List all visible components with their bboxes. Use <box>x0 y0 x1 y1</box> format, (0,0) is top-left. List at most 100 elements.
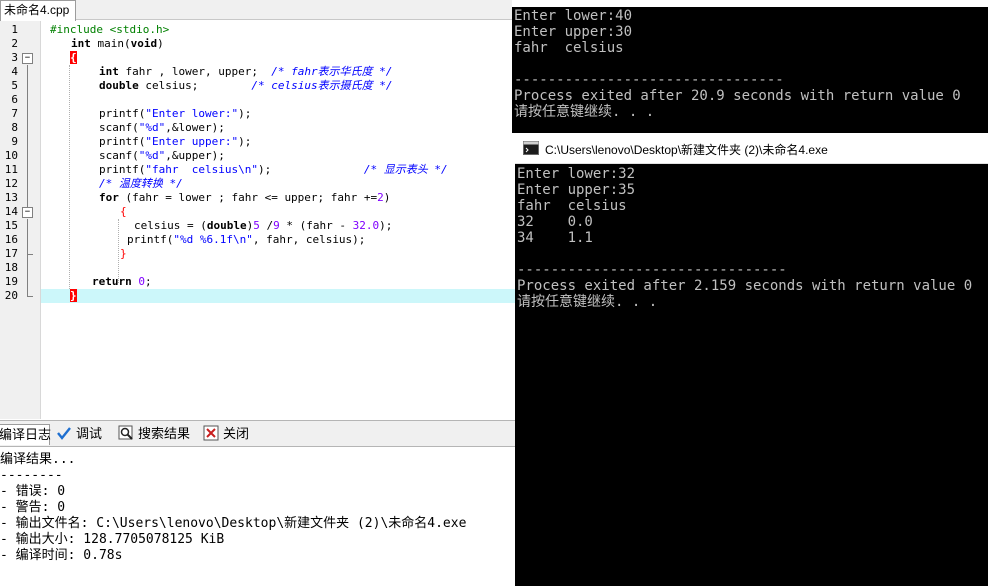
log-line: - 输出大小: 128.7705078125 KiB <box>0 532 225 547</box>
log-line: -------- <box>0 468 63 483</box>
line-number: 13 <box>4 191 18 204</box>
code-number: 9 <box>273 219 280 232</box>
code-token: scanf( <box>99 149 139 162</box>
fold-collapse-icon[interactable]: − <box>22 53 33 64</box>
fold-guide-line <box>27 65 28 207</box>
console-line: 请按任意键继续. . . <box>514 104 655 120</box>
line-number: 4 <box>11 65 18 78</box>
line-number-gutter: 1 2 3 4 5 6 7 8 9 10 11 12 13 14 15 16 1… <box>0 21 41 419</box>
console-line: 34 1.1 <box>517 230 593 246</box>
line-number: 5 <box>11 79 18 92</box>
line-number: 19 <box>4 275 18 288</box>
console-window-current[interactable]: Enter lower:32 Enter upper:35 fahr celsi… <box>515 164 988 586</box>
console-line: Process exited after 2.159 seconds with … <box>517 278 973 294</box>
code-line-2: int main(void) <box>71 37 515 51</box>
desktop-background <box>512 0 988 7</box>
line-number: 6 <box>11 93 18 106</box>
line-number: 1 <box>11 23 18 36</box>
compile-log-output: 编译结果... -------- - 错误: 0 - 警告: 0 - 输出文件名… <box>0 448 515 586</box>
code-comment: /* fahr表示华氏度 */ <box>271 65 393 78</box>
code-string: "%d %6.1f\n" <box>173 233 253 246</box>
code-number: 0 <box>138 275 145 288</box>
line-number: 12 <box>4 177 18 190</box>
console-line: -------------------------------- <box>514 72 784 88</box>
code-token: ,&upper); <box>165 149 225 162</box>
code-token: celsius; <box>138 79 252 92</box>
code-token: { <box>120 205 127 218</box>
tab-label: 搜索结果 <box>138 426 191 441</box>
code-token: / <box>259 219 274 232</box>
code-token: ) <box>383 191 391 204</box>
code-token: celsius = ( <box>134 219 207 232</box>
debug-check-icon <box>56 425 72 441</box>
log-line: 编译结果... <box>0 452 76 467</box>
code-area[interactable]: #include <stdio.h> int main(void) { int … <box>41 21 515 419</box>
line-number: 8 <box>11 121 18 134</box>
console-title-bar[interactable]: C:\Users\lenovo\Desktop\新建文件夹 (2)\未命名4.e… <box>515 134 988 164</box>
code-token: fahr , lower, upper; <box>118 65 272 78</box>
code-line-9: printf("Enter upper:"); <box>99 135 515 149</box>
fold-collapse-icon[interactable]: − <box>22 207 33 218</box>
code-comment: /* celsius表示摄氏度 */ <box>251 79 393 92</box>
console-line: Enter upper:35 <box>517 182 636 198</box>
code-token: ; <box>145 275 152 288</box>
code-line-3: { <box>70 51 515 65</box>
console-window-previous[interactable]: Enter lower:40 Enter upper:30 fahr celsi… <box>512 7 988 133</box>
code-token: main( <box>90 37 131 50</box>
log-line: - 编译时间: 0.78s <box>0 548 123 563</box>
code-token: #include <stdio.h> <box>50 23 170 36</box>
tab-search-results[interactable]: 搜索结果 <box>118 424 190 445</box>
code-line-20: } <box>41 289 515 303</box>
console-line: Enter lower:40 <box>514 8 633 24</box>
code-line-7: printf("Enter lower:"); <box>99 107 515 121</box>
code-token: ,&lower); <box>165 121 225 134</box>
file-tab[interactable]: 未命名4.cpp <box>0 0 76 21</box>
code-line-8: scanf("%d",&lower); <box>99 121 515 135</box>
fold-end-tick <box>27 254 33 255</box>
close-icon <box>203 425 219 441</box>
code-string: "%d" <box>138 149 166 162</box>
console-line: 32 0.0 <box>517 214 593 230</box>
tab-debug[interactable]: 调试 <box>56 424 102 445</box>
console-line: 请按任意键继续. . . <box>517 294 658 310</box>
console-line: fahr celsius <box>517 198 627 214</box>
code-line-17: } <box>120 247 515 261</box>
line-number: 14 <box>4 205 18 218</box>
tab-compile-log[interactable]: 编译日志 <box>0 424 52 445</box>
code-token: , fahr, celsius); <box>252 233 366 246</box>
line-number: 15 <box>4 219 18 232</box>
code-line-4: int fahr , lower, upper; /* fahr表示华氏度 */ <box>99 65 515 79</box>
file-tab-bar: 未命名4.cpp <box>0 0 515 21</box>
code-token: ) <box>157 37 164 50</box>
ide-window: 未命名4.cpp 1 2 3 4 5 6 7 8 9 10 11 12 13 1… <box>0 0 515 586</box>
code-string: "Enter lower:" <box>145 107 239 120</box>
code-token: double <box>206 219 247 232</box>
code-string: "Enter upper:" <box>145 135 239 148</box>
code-string: "fahr celsius\n" <box>145 163 258 176</box>
console-title: C:\Users\lenovo\Desktop\新建文件夹 (2)\未命名4.e… <box>545 143 828 157</box>
tab-close[interactable]: 关闭 <box>203 424 249 445</box>
code-token: return <box>92 275 132 288</box>
code-line-1: #include <stdio.h> <box>50 23 515 37</box>
code-token: int <box>71 37 91 50</box>
fold-guide-line <box>27 219 28 297</box>
code-line-14: { <box>120 205 515 219</box>
code-comment: /* 温度转换 */ <box>99 177 183 190</box>
code-editor[interactable]: 1 2 3 4 5 6 7 8 9 10 11 12 13 14 15 16 1… <box>0 21 515 419</box>
tab-label: 编译日志 <box>0 427 52 442</box>
matching-brace: } <box>70 289 77 302</box>
console-app-icon <box>523 141 539 155</box>
log-line: - 错误: 0 <box>0 484 66 499</box>
code-line-15: celsius = (double)5 /9 * (fahr - 32.0); <box>134 219 515 233</box>
matching-brace: { <box>70 51 77 64</box>
bottom-tab-bar: 编译日志 调试 搜索结果 关闭 <box>0 420 515 447</box>
code-comment: /* 显示表头 */ <box>363 163 448 176</box>
console-line: -------------------------------- <box>517 262 787 278</box>
console-line: Process exited after 20.9 seconds with r… <box>514 88 961 104</box>
code-token: printf( <box>99 107 146 120</box>
code-token: printf( <box>99 135 146 148</box>
code-token: printf( <box>127 233 174 246</box>
code-line-5: double celsius; /* celsius表示摄氏度 */ <box>99 79 515 93</box>
code-token: printf( <box>99 163 146 176</box>
code-token: for <box>99 191 119 204</box>
